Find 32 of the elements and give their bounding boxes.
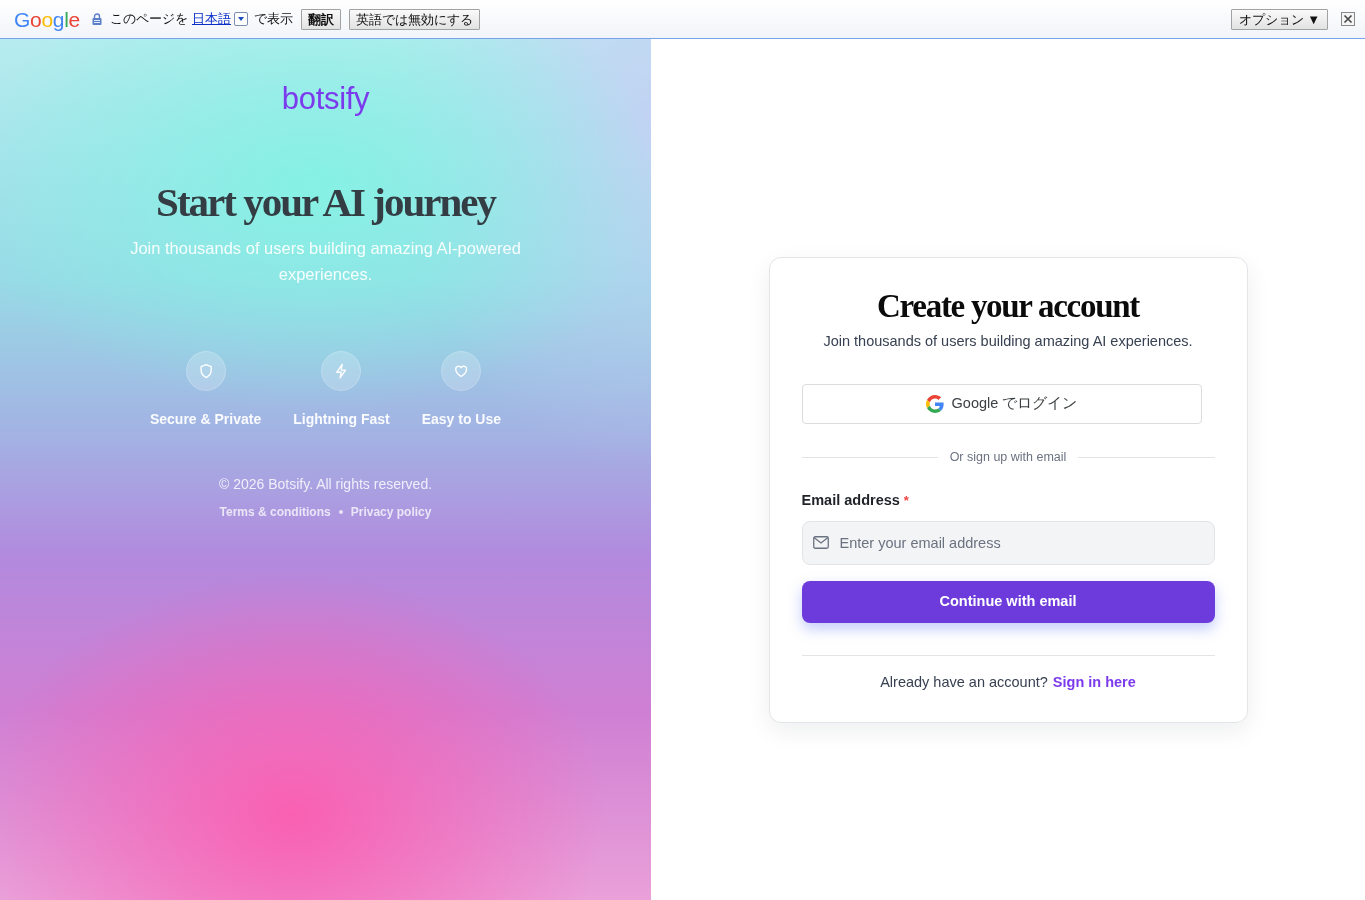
mail-icon: [812, 535, 829, 549]
close-icon[interactable]: [1341, 12, 1355, 26]
sign-in-link[interactable]: Sign in here: [1052, 671, 1136, 694]
card-heading: Create your account: [876, 288, 1141, 325]
dropdown-icon[interactable]: [234, 12, 248, 26]
prompt-text: このページを: [110, 10, 188, 29]
email-field[interactable]: Enter your email address: [801, 520, 1215, 565]
prompt-text: Already have an account?: [880, 672, 1048, 692]
dot-separator-icon: [338, 510, 343, 515]
language-link[interactable]: 日本語: [192, 9, 231, 29]
prompt-text: で表示: [254, 10, 293, 29]
panel-subtitle: Join thousands of users building amazing AI-powered experiences.: [129, 238, 522, 286]
lock-icon: [92, 13, 102, 25]
field-label: Email address: [801, 490, 900, 510]
brand-logo: botsify: [281, 83, 370, 114]
feature-label: Secure & Private: [149, 410, 262, 430]
feature-label: Lightning Fast: [293, 410, 390, 430]
shield-icon: [185, 351, 226, 392]
lightning-icon: [321, 351, 362, 392]
required-mark: *: [903, 491, 909, 510]
card-subtitle: Join thousands of users building amazing AI experiences.: [822, 332, 1194, 352]
google-login-button[interactable]: Google でログイン: [801, 384, 1202, 425]
panel-heading: Start your AI journey: [156, 180, 495, 226]
disable-button[interactable]: 英語では無効にする: [349, 8, 480, 30]
options-button[interactable]: オプション ▼: [1230, 8, 1328, 30]
google-logo: Google: [14, 8, 80, 30]
google-g-icon: [925, 395, 944, 414]
feature-label: Easy to Use: [421, 410, 502, 430]
translate-button[interactable]: 翻訳: [301, 8, 341, 30]
copyright-text: © 2026 Botsify. All rights reserved.: [218, 475, 433, 495]
divider-text: Or sign up with email: [948, 449, 1068, 467]
continue-button[interactable]: Continue with email: [801, 580, 1215, 623]
